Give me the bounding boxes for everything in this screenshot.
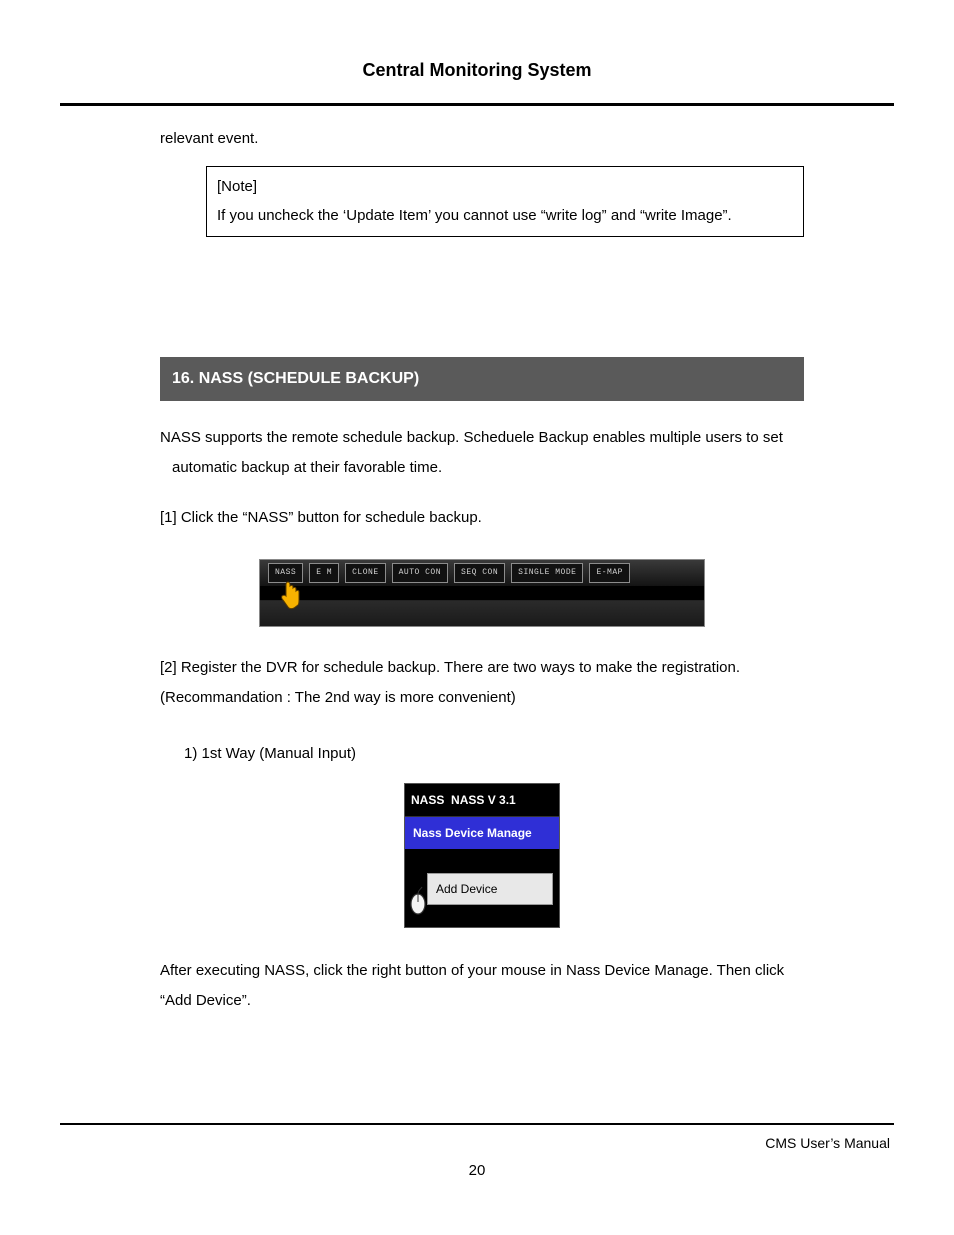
toolbar-row: NASS E M CLONE AUTO CON SEQ CON SINGLE M… — [260, 560, 704, 586]
toolbar-button-autocon[interactable]: AUTO CON — [392, 563, 448, 583]
toolbar-screenshot: NASS E M CLONE AUTO CON SEQ CON SINGLE M… — [259, 559, 705, 627]
nass-title-prefix: NASS — [411, 793, 444, 807]
paragraph-intro-line2: automatic backup at their favorable time… — [160, 453, 804, 483]
mouse-icon — [407, 886, 429, 927]
step-2-line1: [2] Register the DVR for schedule backup… — [160, 653, 804, 683]
step-1-text: [1] Click the “NASS” button for schedule… — [160, 503, 804, 533]
after-line1: After executing NASS, click the right bu… — [160, 956, 804, 986]
toolbar-bottom-strip — [260, 586, 704, 626]
page-number: 20 — [0, 1162, 954, 1179]
nass-window-title: NASS NASS V 3.1 — [405, 784, 559, 816]
footer-rule — [60, 1123, 894, 1125]
hand-pointer-icon — [280, 580, 302, 610]
step-2-line2: (Recommandation : The 2nd way is more co… — [160, 683, 804, 713]
way1-heading: 1) 1st Way (Manual Input) — [160, 739, 804, 769]
toolbar-button-seqcon[interactable]: SEQ CON — [454, 563, 505, 583]
paragraph-intro: NASS supports the remote schedule backup… — [160, 423, 804, 483]
footer-label: CMS User’s Manual — [765, 1135, 890, 1151]
toolbar-button-clone[interactable]: CLONE — [345, 563, 386, 583]
nass-window-body: Add Device — [405, 849, 559, 927]
step-2-text: [2] Register the DVR for schedule backup… — [160, 653, 804, 713]
toolbar-button-singlemode[interactable]: SINGLE MODE — [511, 563, 583, 583]
add-device-menu-item[interactable]: Add Device — [427, 873, 553, 905]
note-text: If you uncheck the ‘Update Item’ you can… — [217, 202, 793, 231]
relevant-event-text: relevant event. — [160, 124, 804, 154]
note-label: [Note] — [217, 173, 793, 202]
page-title: Central Monitoring System — [60, 60, 894, 81]
toolbar-button-em[interactable]: E M — [309, 563, 339, 583]
paragraph-intro-line1: NASS supports the remote schedule backup… — [160, 423, 804, 453]
after-line2: “Add Device”. — [160, 986, 804, 1016]
nass-title-version-text: NASS V 3.1 — [451, 793, 516, 807]
after-paragraph: After executing NASS, click the right bu… — [160, 956, 804, 1016]
toolbar-button-emap[interactable]: E-MAP — [589, 563, 630, 583]
section-header: 16. NASS (SCHEDULE BACKUP) — [160, 357, 804, 401]
header-rule — [60, 103, 894, 106]
nass-window-screenshot: NASS NASS V 3.1 Nass Device Manage Add D… — [404, 783, 560, 928]
note-box: [Note] If you uncheck the ‘Update Item’ … — [206, 166, 804, 237]
nass-device-manage-header[interactable]: Nass Device Manage — [405, 816, 559, 849]
